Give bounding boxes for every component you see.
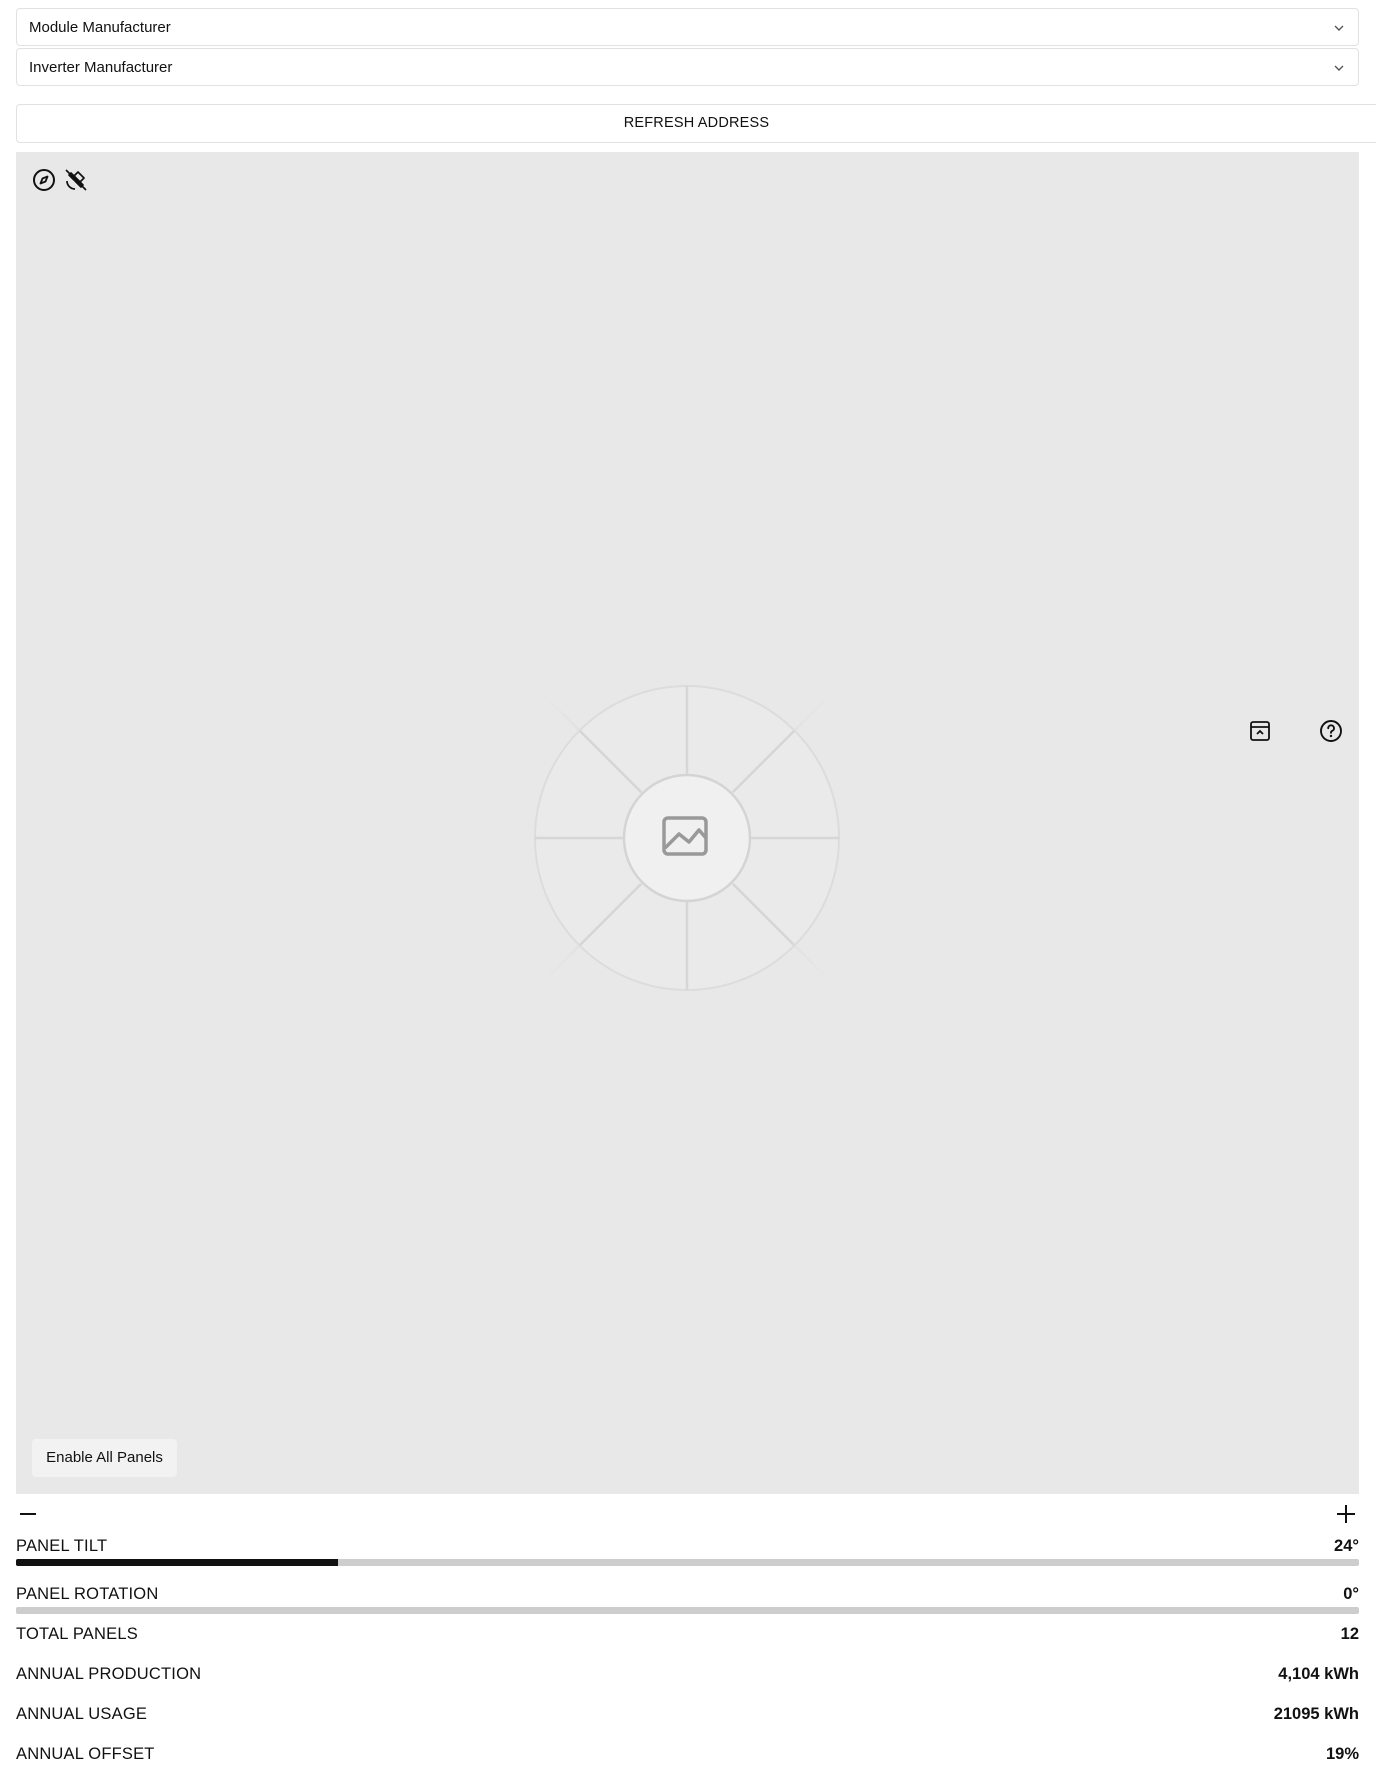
enable-all-panels-button[interactable]: Enable All Panels	[32, 1439, 177, 1477]
annual-production-label: ANNUAL PRODUCTION	[16, 1665, 202, 1683]
annual-usage-value: 21095 kWh	[1273, 1705, 1359, 1723]
panel-tilt-slider[interactable]	[16, 1559, 1359, 1566]
minus-icon[interactable]	[18, 1504, 38, 1524]
module-manufacturer-select[interactable]: Module Manufacturer	[16, 8, 1359, 46]
inverter-manufacturer-label: Inverter Manufacturer	[29, 59, 173, 76]
collapse-panel-icon[interactable]	[1248, 719, 1272, 743]
refresh-address-button[interactable]: REFRESH ADDRESS	[16, 104, 1376, 143]
annual-production-value: 4,104 kWh	[1278, 1665, 1359, 1683]
chevron-down-icon	[1334, 65, 1344, 71]
satellite-off-icon[interactable]	[64, 168, 88, 192]
panel-rotation-label: PANEL ROTATION	[16, 1585, 159, 1603]
annual-offset-value: 19%	[1325, 1745, 1359, 1763]
image-placeholder-icon	[465, 616, 909, 1060]
panel-tilt-value: 24°	[1334, 1537, 1359, 1555]
annual-offset-label: ANNUAL OFFSET	[16, 1745, 155, 1763]
panel-tilt-label: PANEL TILT	[16, 1537, 108, 1555]
chevron-down-icon	[1334, 25, 1344, 31]
inverter-manufacturer-select[interactable]: Inverter Manufacturer	[16, 48, 1359, 86]
map-canvas[interactable]: Enable All Panels	[16, 152, 1359, 1494]
panel-rotation-value: 0°	[1343, 1585, 1359, 1603]
total-panels-value: 12	[1340, 1625, 1359, 1643]
plus-icon[interactable]	[1335, 1503, 1357, 1525]
compass-icon[interactable]	[32, 168, 56, 192]
annual-usage-label: ANNUAL USAGE	[16, 1705, 148, 1723]
module-manufacturer-label: Module Manufacturer	[29, 19, 171, 36]
panel-tilt-slider-fill	[16, 1559, 339, 1566]
panel-rotation-slider[interactable]	[16, 1607, 1359, 1614]
total-panels-label: TOTAL PANELS	[16, 1625, 138, 1643]
help-icon[interactable]	[1319, 719, 1343, 743]
